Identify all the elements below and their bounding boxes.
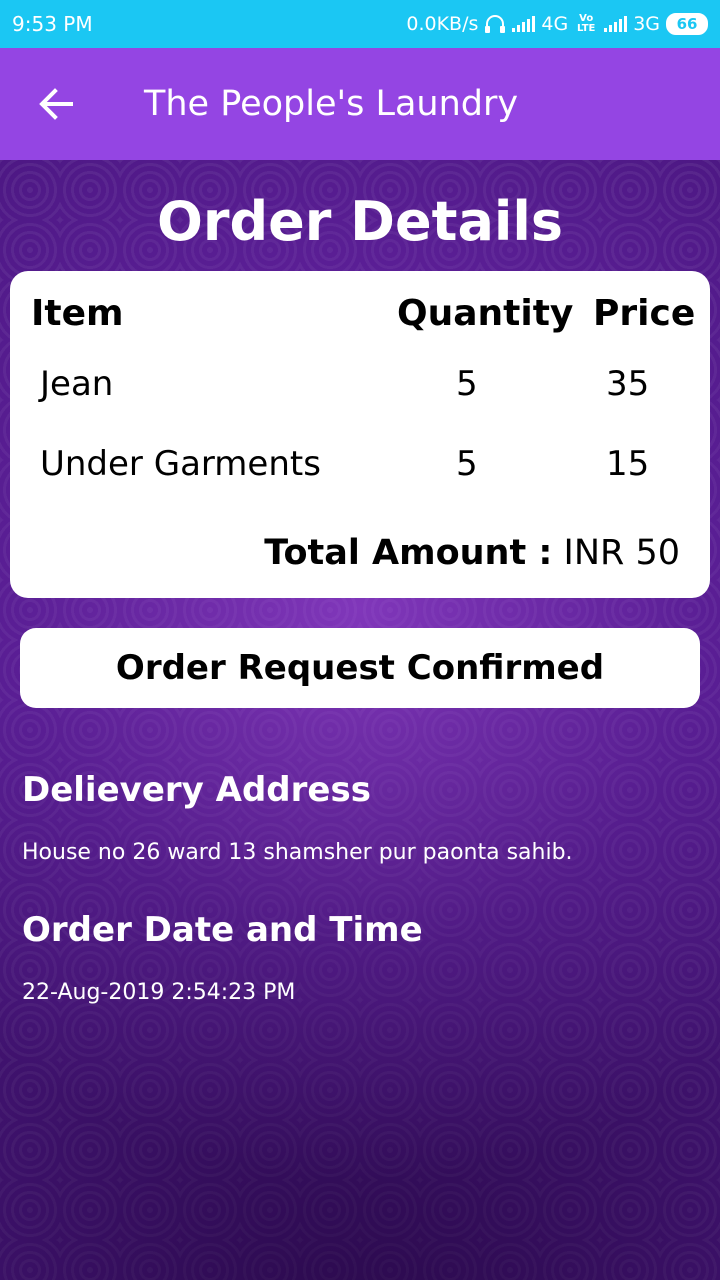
signal-icon-2 [604,16,628,32]
header-price: Price [593,293,696,334]
network-type-2: 3G [633,13,660,35]
header-quantity: Quantity [397,293,574,334]
battery-icon: 66 [666,13,708,35]
back-button[interactable] [0,48,112,160]
total-value: INR 50 [563,533,680,573]
app-title: The People's Laundry [144,84,519,124]
status-bar: 9:53 PM 0.0KB/s 4G Vo LTE 3G 66 [0,0,720,48]
row-quantity: 5 [456,364,478,404]
row-item: Under Garments [40,444,321,484]
total-label: Total Amount : [264,533,553,573]
order-table-card: Item Quantity Price Jean 5 35 Under Garm… [10,271,710,598]
order-time-heading: Order Date and Time [22,910,423,950]
signal-icon [512,16,536,32]
main-content: Order Details Item Quantity Price Jean 5… [0,160,720,1280]
status-icons: 0.0KB/s 4G Vo LTE 3G 66 [406,13,708,35]
row-quantity: 5 [456,444,478,484]
header-item: Item [31,293,124,334]
status-time: 9:53 PM [12,12,93,36]
headphones-icon [485,15,506,33]
row-price: 35 [606,364,650,404]
address-heading: Delievery Address [22,770,371,810]
network-speed: 0.0KB/s [406,13,479,35]
row-price: 15 [606,444,650,484]
app-bar: The People's Laundry [0,48,720,160]
page-title: Order Details [156,190,564,253]
volte-icon: Vo LTE [577,13,596,34]
order-time-value: 22-Aug-2019 2:54:23 PM [22,980,296,1005]
arrow-back-icon [39,88,73,120]
order-status-button[interactable]: Order Request Confirmed [20,628,700,708]
row-item: Jean [40,364,114,404]
network-type-1: 4G [541,13,569,35]
address-value: House no 26 ward 13 shamsher pur paonta … [22,840,573,865]
total-amount: Total Amount : INR 50 [264,533,680,573]
